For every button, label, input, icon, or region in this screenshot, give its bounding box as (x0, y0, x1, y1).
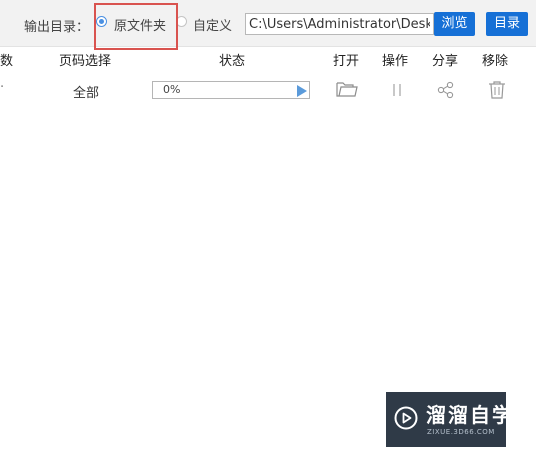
header-page-select: 页码选择 (59, 54, 112, 69)
header-count: 数 (0, 54, 14, 69)
row-page-select[interactable]: 全部 (73, 82, 99, 101)
table-row: · 全部 0% (0, 74, 536, 106)
table-header: 数 页码选择 状态 打开 操作 分享 移除 (0, 48, 536, 70)
header-status: 状态 (219, 54, 246, 69)
header-remove: 移除 (482, 54, 509, 69)
progress-text: 0% (163, 83, 181, 96)
header-share: 分享 (432, 54, 459, 69)
play-circle-icon (394, 406, 418, 430)
output-toolbar: 输出目录： 原文件夹 自定义 浏览 目录 (0, 0, 536, 47)
pause-icon[interactable] (391, 83, 403, 101)
browse-button[interactable]: 浏览 (434, 12, 475, 36)
radio-custom-label[interactable]: 自定义 (193, 15, 232, 34)
folder-icon[interactable] (336, 80, 358, 102)
trash-icon[interactable] (488, 80, 506, 104)
share-icon[interactable] (437, 81, 455, 103)
highlight-annotation-box (94, 3, 178, 50)
watermark-subtitle: ZIXUE.3D66.COM (427, 428, 495, 436)
progress-bar: 0% (152, 81, 310, 99)
watermark-logo: 溜溜自学 ZIXUE.3D66.COM (386, 392, 512, 447)
watermark-title: 溜溜自学 (426, 403, 514, 427)
header-operate: 操作 (382, 54, 409, 69)
play-icon[interactable] (297, 85, 307, 97)
output-dir-label: 输出目录： (24, 20, 90, 35)
row-count: · (0, 80, 5, 95)
output-path-input[interactable] (245, 13, 434, 35)
directory-button[interactable]: 目录 (486, 12, 528, 36)
header-open: 打开 (333, 54, 360, 69)
